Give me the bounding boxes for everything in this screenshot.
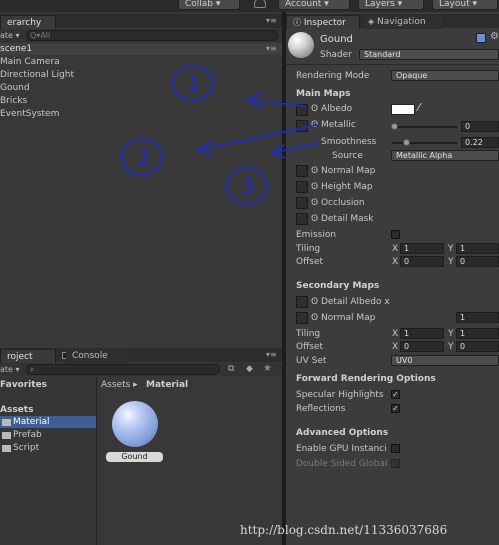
annotation-label-3: 3 — [242, 175, 255, 199]
arrow-to-albedo — [247, 92, 307, 109]
arrow-to-smoothness — [271, 142, 321, 159]
annotation-label-2: 2 — [138, 146, 151, 170]
annotation-label-1: 1 — [188, 72, 201, 96]
annotation-overlay: 1 2 3 — [121, 65, 321, 205]
arrow-to-metallic — [197, 124, 319, 156]
